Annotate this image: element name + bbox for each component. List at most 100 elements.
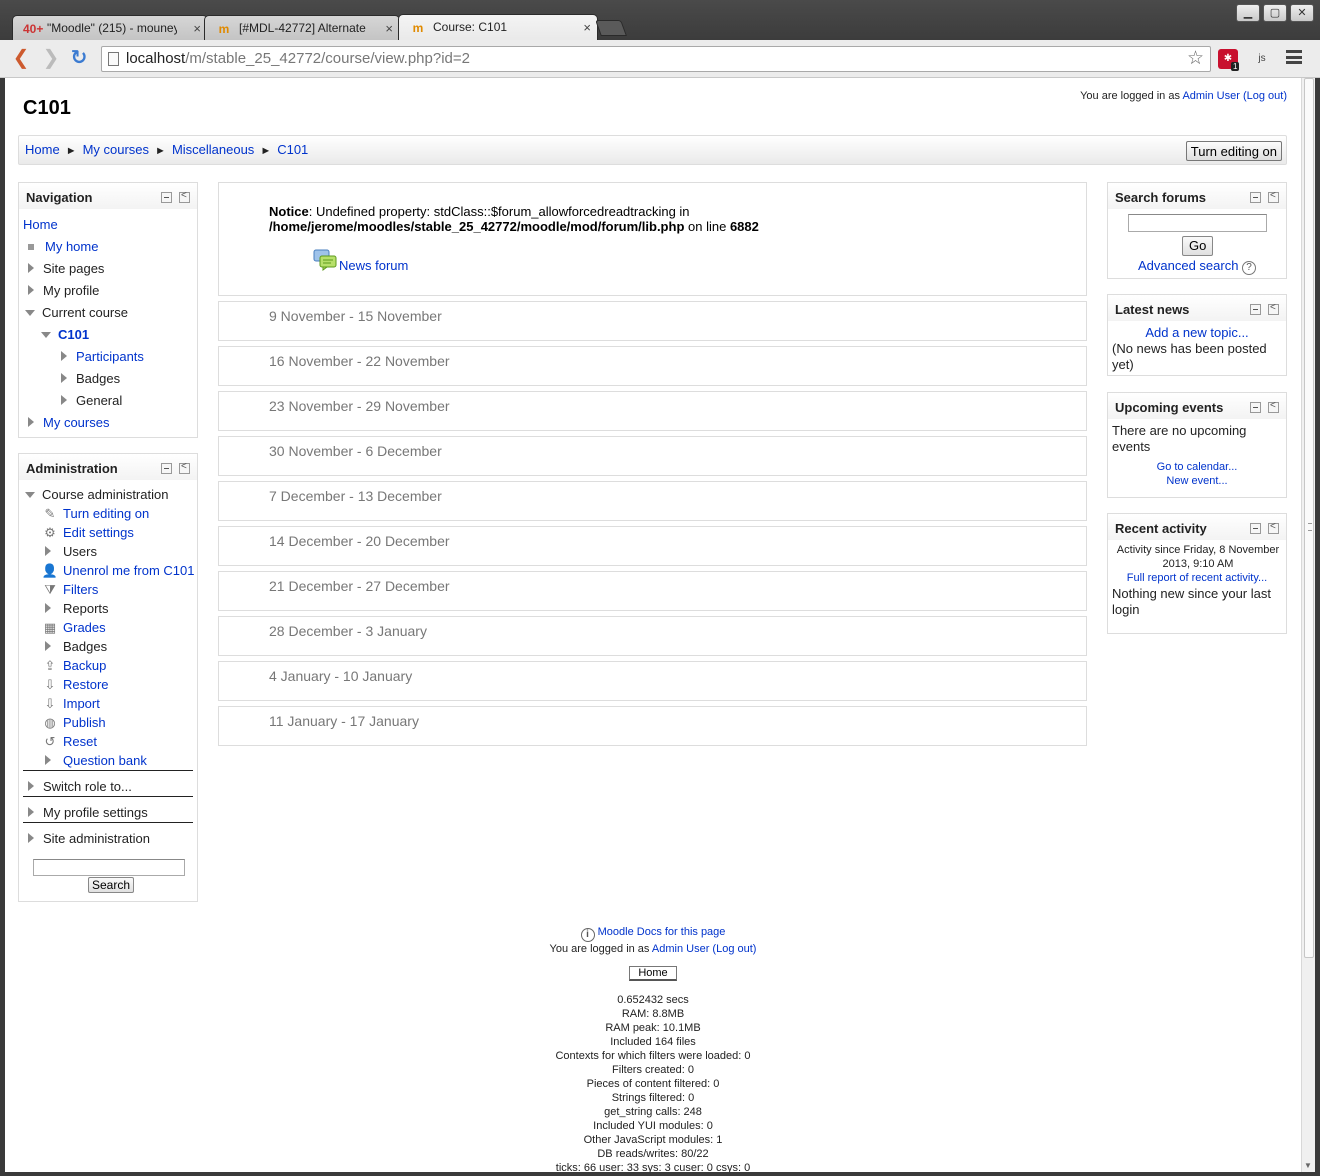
dock-block-icon[interactable] [1268, 400, 1279, 413]
admin-item-label[interactable]: Backup [63, 658, 106, 673]
collapse-block-icon[interactable] [1250, 402, 1261, 413]
scrollbar-thumb[interactable] [1304, 78, 1314, 958]
footer-logout-link[interactable]: (Log out) [712, 943, 756, 955]
dock-block-icon[interactable] [179, 461, 190, 474]
admin-my-profile-settings[interactable]: My profile settings [28, 805, 148, 820]
admin-item-label[interactable]: Filters [63, 582, 98, 597]
admin-item[interactable]: ✎ Turn editing on [41, 506, 150, 522]
nav-my-home[interactable]: My home [25, 239, 98, 254]
admin-switch-role[interactable]: Switch role to... [28, 779, 132, 794]
admin-item-label[interactable]: Edit settings [63, 525, 134, 540]
nav-my-profile[interactable]: My profile [28, 283, 99, 298]
minimize-window-icon[interactable]: ▁ [1236, 4, 1260, 22]
tab-close-icon[interactable]: × [385, 21, 393, 36]
browser-tab-gmail[interactable]: 40+ "Moodle" (215) - mouney × [12, 15, 208, 41]
full-report-link[interactable]: Full report of recent activity... [1127, 572, 1267, 584]
js-extension-icon[interactable]: js [1252, 49, 1272, 69]
admin-item[interactable]: ⧩ Filters [41, 582, 98, 598]
collapse-block-icon[interactable] [1250, 304, 1261, 315]
admin-item[interactable]: Users [41, 544, 97, 559]
admin-item-label[interactable]: Restore [63, 677, 109, 692]
tab-close-icon[interactable]: × [193, 21, 201, 36]
admin-item[interactable]: ⚙ Edit settings [41, 525, 134, 541]
page-scrollbar[interactable]: ▼ [1301, 78, 1315, 1172]
admin-site-administration[interactable]: Site administration [28, 831, 150, 846]
maximize-window-icon[interactable]: ▢ [1263, 4, 1287, 22]
back-arrow-icon[interactable]: ❮ [10, 48, 32, 70]
news-forum-link[interactable]: News forum [339, 258, 408, 273]
nav-my-courses-link[interactable]: My courses [43, 415, 109, 430]
admin-item-label[interactable]: Grades [63, 620, 106, 635]
admin-item-label[interactable]: Turn editing on [63, 506, 149, 521]
admin-item[interactable]: ↺ Reset [41, 734, 97, 750]
admin-item-label[interactable]: Publish [63, 715, 106, 730]
scroll-down-arrow-icon[interactable]: ▼ [1304, 1161, 1312, 1170]
nav-participants-link[interactable]: Participants [76, 349, 144, 364]
nav-site-pages[interactable]: Site pages [28, 261, 104, 276]
nav-home[interactable]: Home [23, 217, 58, 232]
admin-item[interactable]: ▦ Grades [41, 620, 106, 636]
breadcrumb-home[interactable]: Home [25, 142, 60, 157]
dock-block-icon[interactable] [1268, 521, 1279, 534]
forward-arrow-icon[interactable]: ❯ [40, 48, 62, 70]
footer-user-link[interactable]: Admin User [652, 943, 709, 955]
bookmark-star-icon[interactable]: ☆ [1187, 47, 1204, 71]
logout-link[interactable]: (Log out) [1243, 90, 1287, 102]
forum-search-go-button[interactable]: Go [1182, 236, 1214, 256]
user-link[interactable]: Admin User [1182, 90, 1239, 102]
new-event-link[interactable]: New event... [1166, 475, 1227, 487]
dock-block-icon[interactable] [179, 190, 190, 203]
go-to-calendar-link[interactable]: Go to calendar... [1157, 461, 1238, 473]
nav-my-home-link[interactable]: My home [45, 239, 98, 254]
new-tab-button[interactable] [595, 20, 627, 36]
admin-item[interactable]: ◍ Publish [41, 715, 106, 731]
admin-search-input[interactable] [33, 859, 185, 876]
browser-tab-tracker[interactable]: m [#MDL-42772] Alternate × [204, 15, 400, 41]
nav-course-c101[interactable]: C101 [41, 327, 89, 342]
reload-icon[interactable]: ↻ [68, 48, 90, 70]
nav-home-link[interactable]: Home [23, 217, 58, 232]
admin-search-button[interactable]: Search [88, 877, 135, 893]
admin-item-label[interactable]: Reset [63, 734, 97, 749]
dock-block-icon[interactable] [1268, 302, 1279, 315]
collapse-block-icon[interactable] [1250, 523, 1261, 534]
admin-item[interactable]: Badges [41, 639, 107, 654]
collapse-block-icon[interactable] [161, 192, 172, 203]
dock-block-icon[interactable] [1268, 190, 1279, 203]
nav-general[interactable]: General [61, 393, 122, 408]
admin-course-administration[interactable]: Course administration [25, 487, 168, 502]
collapse-block-icon[interactable] [161, 463, 172, 474]
breadcrumb-my-courses[interactable]: My courses [83, 142, 149, 157]
nav-my-courses[interactable]: My courses [28, 415, 109, 430]
collapse-block-icon[interactable] [1250, 192, 1261, 203]
add-topic-link[interactable]: Add a new topic... [1145, 325, 1248, 340]
breadcrumb-separator-icon: ► [155, 145, 166, 157]
admin-item-label[interactable]: Unenrol me from C101 [63, 563, 195, 578]
admin-item[interactable]: ⇪ Backup [41, 658, 107, 674]
nav-current-course[interactable]: Current course [25, 305, 128, 320]
admin-item[interactable]: Question bank [41, 753, 147, 768]
breadcrumb-course[interactable]: C101 [277, 142, 308, 157]
tab-close-icon[interactable]: × [583, 20, 591, 35]
advanced-search-link[interactable]: Advanced search [1138, 258, 1238, 273]
address-bar[interactable]: localhost/m/stable_25_42772/course/view.… [101, 46, 1211, 72]
close-window-icon[interactable]: ✕ [1290, 4, 1314, 22]
moodle-docs-link[interactable]: Moodle Docs for this page [598, 926, 726, 938]
turn-editing-on-button[interactable]: Turn editing on [1185, 141, 1282, 161]
help-icon[interactable]: ? [1242, 261, 1257, 275]
browser-menu-icon[interactable] [1286, 50, 1302, 64]
admin-item[interactable]: ⇩ Restore [41, 677, 109, 693]
admin-item[interactable]: 👤 Unenrol me from C101 [41, 563, 195, 579]
breadcrumb-category[interactable]: Miscellaneous [172, 142, 254, 157]
admin-item-label[interactable]: Question bank [63, 753, 147, 768]
browser-tab-course[interactable]: m Course: C101 × [398, 14, 598, 41]
nav-course-link[interactable]: C101 [58, 327, 89, 342]
admin-item[interactable]: ⇩ Import [41, 696, 100, 712]
footer-home-button[interactable]: Home [629, 966, 677, 981]
admin-item-label[interactable]: Import [63, 696, 100, 711]
forum-search-input[interactable] [1128, 214, 1267, 232]
admin-item[interactable]: Reports [41, 601, 109, 616]
week-section: 23 November - 29 November [218, 391, 1087, 431]
nav-badges[interactable]: Badges [61, 371, 120, 386]
nav-participants[interactable]: Participants [61, 349, 144, 364]
